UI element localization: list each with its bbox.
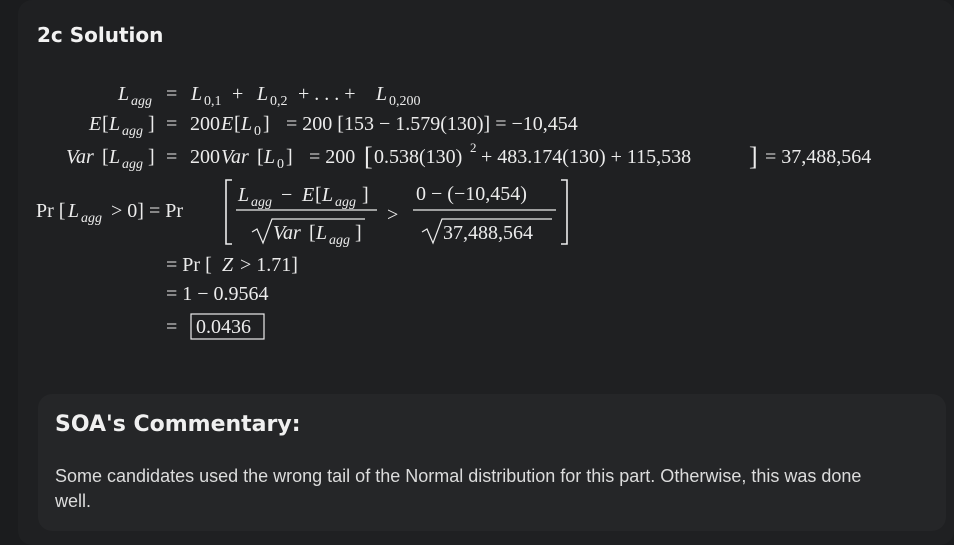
svg-text:E: E [88,113,101,135]
svg-text:Z: Z [222,254,234,276]
svg-text:[: [ [102,113,109,135]
svg-text:0: 0 [254,124,261,139]
svg-text:=: = [166,316,177,338]
svg-text:= 1 − 0.9564: = 1 − 0.9564 [166,283,269,305]
svg-text:=: = [166,146,177,168]
svg-text:+ 483.174(130) + 115,538: + 483.174(130) + 115,538 [481,146,691,168]
svg-text:[: [ [309,222,316,244]
svg-text:agg: agg [131,94,152,109]
svg-text:agg: agg [329,233,350,248]
equation-line-4: Pr [ L agg > 0] = Pr L agg − E [ L agg ]… [36,179,568,248]
equation-line-2: E [ L agg ] = 200 E [ L 0 ] = 200 [153 −… [88,113,578,139]
svg-text:[: [ [102,146,109,168]
svg-text:Var: Var [66,146,94,168]
svg-text:L: L [108,146,120,168]
equation-line-7: = 0.0436 [166,313,265,340]
svg-text:> 0] = Pr: > 0] = Pr [111,200,183,222]
svg-text:L: L [321,184,333,206]
svg-text:agg: agg [251,195,272,210]
equation-line-5: = Pr [ Z > 1.71] [166,254,298,276]
svg-text:L: L [237,184,249,206]
svg-text:0,1: 0,1 [204,94,222,109]
svg-text:[: [ [234,113,241,135]
svg-text:Var: Var [273,222,301,244]
svg-text:]: ] [263,113,270,135]
svg-text:]: ] [148,146,155,168]
svg-text:L: L [67,200,79,222]
boxed-answer: 0.0436 [196,316,251,338]
svg-text:agg: agg [81,211,102,226]
equation-line-6: = 1 − 0.9564 [166,283,269,305]
svg-text:E: E [301,184,314,206]
svg-text:L: L [117,83,129,105]
svg-text:200: 200 [190,113,220,135]
svg-text:> 1.71]: > 1.71] [240,254,298,276]
svg-text:= 37,488,564: = 37,488,564 [765,146,871,168]
svg-text:L: L [263,146,275,168]
svg-text:L: L [240,113,252,135]
svg-text:agg: agg [335,195,356,210]
svg-text:0,200: 0,200 [389,94,421,109]
svg-text:=: = [166,113,177,135]
svg-text:= 200: = 200 [309,146,355,168]
svg-text:L: L [375,83,387,105]
svg-text:= 200 [153 − 1.579(130)] = −10: = 200 [153 − 1.579(130)] = −10,454 [286,113,578,135]
svg-text:= Pr [: = Pr [ [166,254,212,276]
svg-text:[: [ [364,142,373,171]
equation-line-1: L agg = L 0,1 + L 0,2 + . . . + L 0,200 [117,83,421,109]
svg-text:0.538(130): 0.538(130) [374,146,462,168]
svg-text:]: ] [362,184,369,206]
svg-text:[: [ [315,184,322,206]
commentary-box: SOA's Commentary: Some candidates used t… [38,394,946,531]
svg-text:2: 2 [470,140,477,155]
svg-text:L: L [108,113,120,135]
equation-line-3: Var [ L agg ] = 200 Var [ L 0 ] = 200 [ … [66,140,871,172]
svg-text:0: 0 [277,157,284,172]
svg-text:]: ] [355,222,362,244]
svg-text:]: ] [749,142,758,171]
svg-text:agg: agg [122,124,143,139]
svg-text:]: ] [148,113,155,135]
commentary-text: Some candidates used the wrong tail of t… [55,466,862,511]
svg-text:200: 200 [190,146,220,168]
svg-text:0 − (−10,454): 0 − (−10,454) [416,183,527,205]
svg-text:−: − [281,184,292,206]
svg-text:Pr [: Pr [ [36,200,65,222]
svg-text:[: [ [257,146,264,168]
svg-text:agg: agg [122,157,143,172]
svg-text:>: > [387,204,398,226]
solution-equations: L agg = L 0,1 + L 0,2 + . . . + L 0,200 … [36,83,871,340]
svg-text:L: L [315,222,327,244]
svg-text:=: = [166,83,177,105]
svg-text:0,2: 0,2 [270,94,288,109]
svg-text:L: L [256,83,268,105]
svg-text:L: L [190,83,202,105]
svg-text:+: + [232,83,243,105]
svg-text:Var: Var [221,146,249,168]
svg-text:E: E [220,113,233,135]
svg-text:]: ] [286,146,293,168]
commentary-heading: SOA's Commentary: [55,412,301,437]
svg-text:+ . . . +: + . . . + [298,83,356,105]
svg-text:37,488,564: 37,488,564 [443,222,533,244]
